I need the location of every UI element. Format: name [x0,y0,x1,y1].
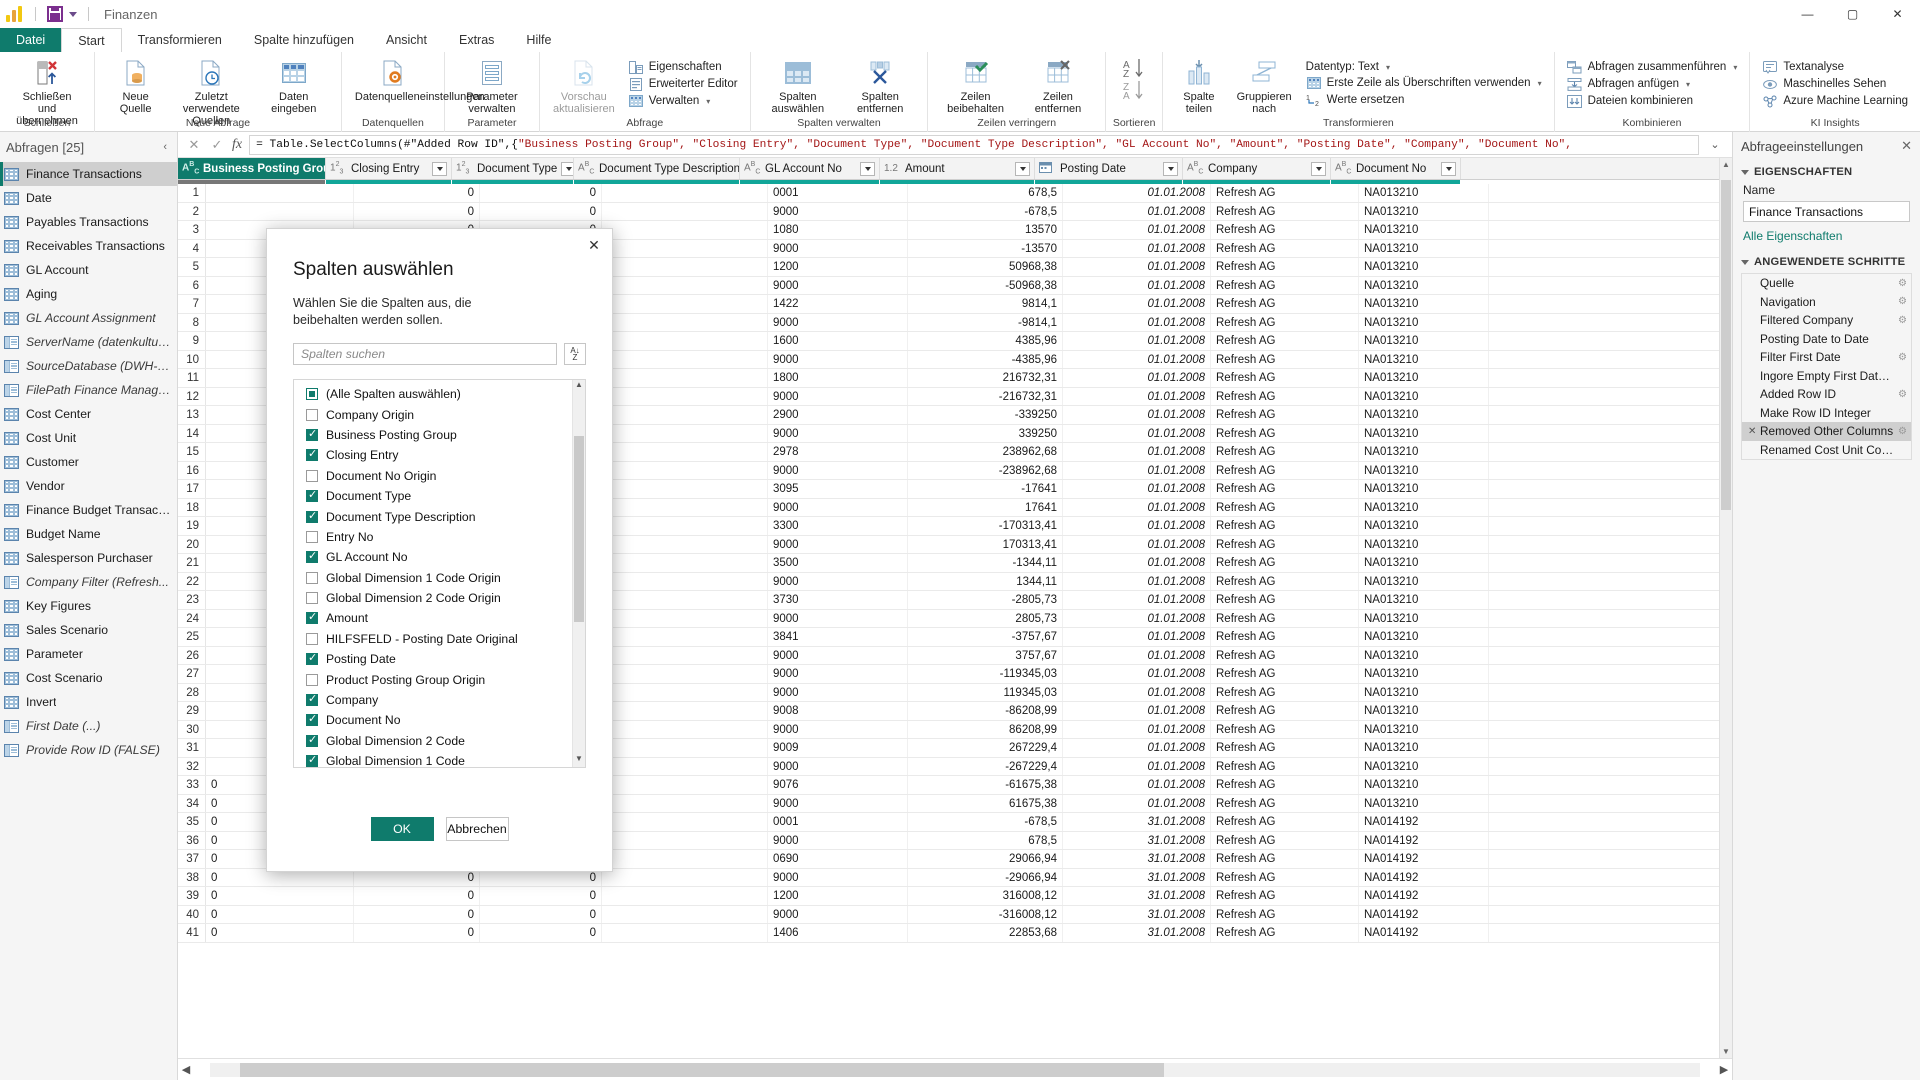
column-checkbox-label: Document Type Description [326,510,475,524]
checkbox[interactable] [306,714,318,726]
dialog-scroll-thumb[interactable] [574,436,584,622]
checkbox[interactable] [306,388,318,400]
checkbox[interactable] [306,511,318,523]
column-checkbox-row[interactable]: Company [306,690,572,710]
checkbox[interactable] [306,531,318,543]
checkbox[interactable] [306,551,318,563]
column-checkbox-row[interactable]: Company Origin [306,404,572,424]
checkbox[interactable] [306,409,318,421]
checkbox[interactable] [306,572,318,584]
column-search-input[interactable]: Spalten suchen [293,343,557,365]
column-checkbox-row[interactable]: Document Type Description [306,506,572,526]
dialog-vertical-scrollbar[interactable]: ▲ ▼ [572,380,585,767]
column-checkbox-label: Entry No [326,530,373,544]
checkbox[interactable] [306,633,318,645]
column-checkbox-label: Global Dimension 1 Code [326,754,465,767]
checkbox[interactable] [306,429,318,441]
column-checkbox-label: Document No [326,713,401,727]
cancel-button[interactable]: Abbrechen [446,817,509,841]
column-checkbox-row[interactable]: (Alle Spalten auswählen) [306,384,572,404]
column-checkbox-label: (Alle Spalten auswählen) [326,387,461,401]
ok-button[interactable]: OK [371,817,434,841]
dialog-title: Spalten auswählen [267,229,612,281]
column-checkbox-row[interactable]: Amount [306,608,572,628]
column-checkbox-row[interactable]: Global Dimension 2 Code [306,731,572,751]
checkbox[interactable] [306,612,318,624]
column-checkbox-label: Document Type [326,489,411,503]
column-checkbox-label: Global Dimension 2 Code [326,734,465,748]
dialog-close-button[interactable]: ✕ [582,234,606,256]
column-checkbox-row[interactable]: Document No Origin [306,466,572,486]
column-checkbox-label: Product Posting Group Origin [326,673,485,687]
power-query-editor-window: Finanzen — ▢ ✕ Datei Start Transformiere… [0,0,1920,1080]
column-checkbox-label: Global Dimension 1 Code Origin [326,571,501,585]
dialog-search-row: Spalten suchen A↓Z [267,329,612,365]
checkbox[interactable] [306,470,318,482]
column-checkbox-row[interactable]: HILFSFELD - Posting Date Original [306,629,572,649]
checkbox[interactable] [306,592,318,604]
column-checkbox-row[interactable]: Global Dimension 2 Code Origin [306,588,572,608]
column-checkbox-label: Business Posting Group [326,428,457,442]
column-checkbox-label: Document No Origin [326,469,436,483]
column-checkbox-label: Posting Date [326,652,396,666]
choose-columns-dialog: ✕ Spalten auswählen Wählen Sie die Spalt… [266,228,613,872]
modal-overlay: ✕ Spalten auswählen Wählen Sie die Spalt… [0,0,1920,1080]
dialog-subtitle: Wählen Sie die Spalten aus, die beibehal… [267,281,542,329]
column-checkbox-label: Company [326,693,378,707]
column-checkbox-row[interactable]: Product Posting Group Origin [306,669,572,689]
checkbox[interactable] [306,674,318,686]
checkbox[interactable] [306,755,318,767]
column-checkbox-row[interactable]: Closing Entry [306,445,572,465]
column-checkbox-label: Company Origin [326,408,414,422]
checkbox[interactable] [306,490,318,502]
sort-az-icon[interactable]: A↓Z [564,343,586,365]
column-checkbox-row[interactable]: Document No [306,710,572,730]
column-checkbox-row[interactable]: Global Dimension 1 Code Origin [306,568,572,588]
checkbox[interactable] [306,449,318,461]
column-checkbox-list: (Alle Spalten auswählen) Company Origin Bu… [294,380,572,767]
column-checkbox-row[interactable]: Business Posting Group [306,425,572,445]
column-checkbox-label: Global Dimension 2 Code Origin [326,591,501,605]
checkbox[interactable] [306,653,318,665]
column-checkbox-row[interactable]: GL Account No [306,547,572,567]
column-checkbox-row[interactable]: Document Type [306,486,572,506]
dialog-footer: OK Abbrechen [267,817,612,841]
column-checkbox-row[interactable]: Global Dimension 1 Code [306,751,572,767]
column-checkbox-label: Closing Entry [326,448,398,462]
column-checkbox-label: GL Account No [326,550,408,564]
checkbox[interactable] [306,735,318,747]
checkbox[interactable] [306,694,318,706]
dialog-scroll-up-arrow[interactable]: ▲ [573,380,585,393]
column-checkbox-row[interactable]: Posting Date [306,649,572,669]
column-checkbox-label: HILFSFELD - Posting Date Original [326,632,518,646]
column-checkbox-row[interactable]: Entry No [306,527,572,547]
column-list-box: (Alle Spalten auswählen) Company Origin Bu… [293,379,586,768]
dialog-scroll-down-arrow[interactable]: ▼ [573,754,585,767]
column-checkbox-label: Amount [326,611,368,625]
